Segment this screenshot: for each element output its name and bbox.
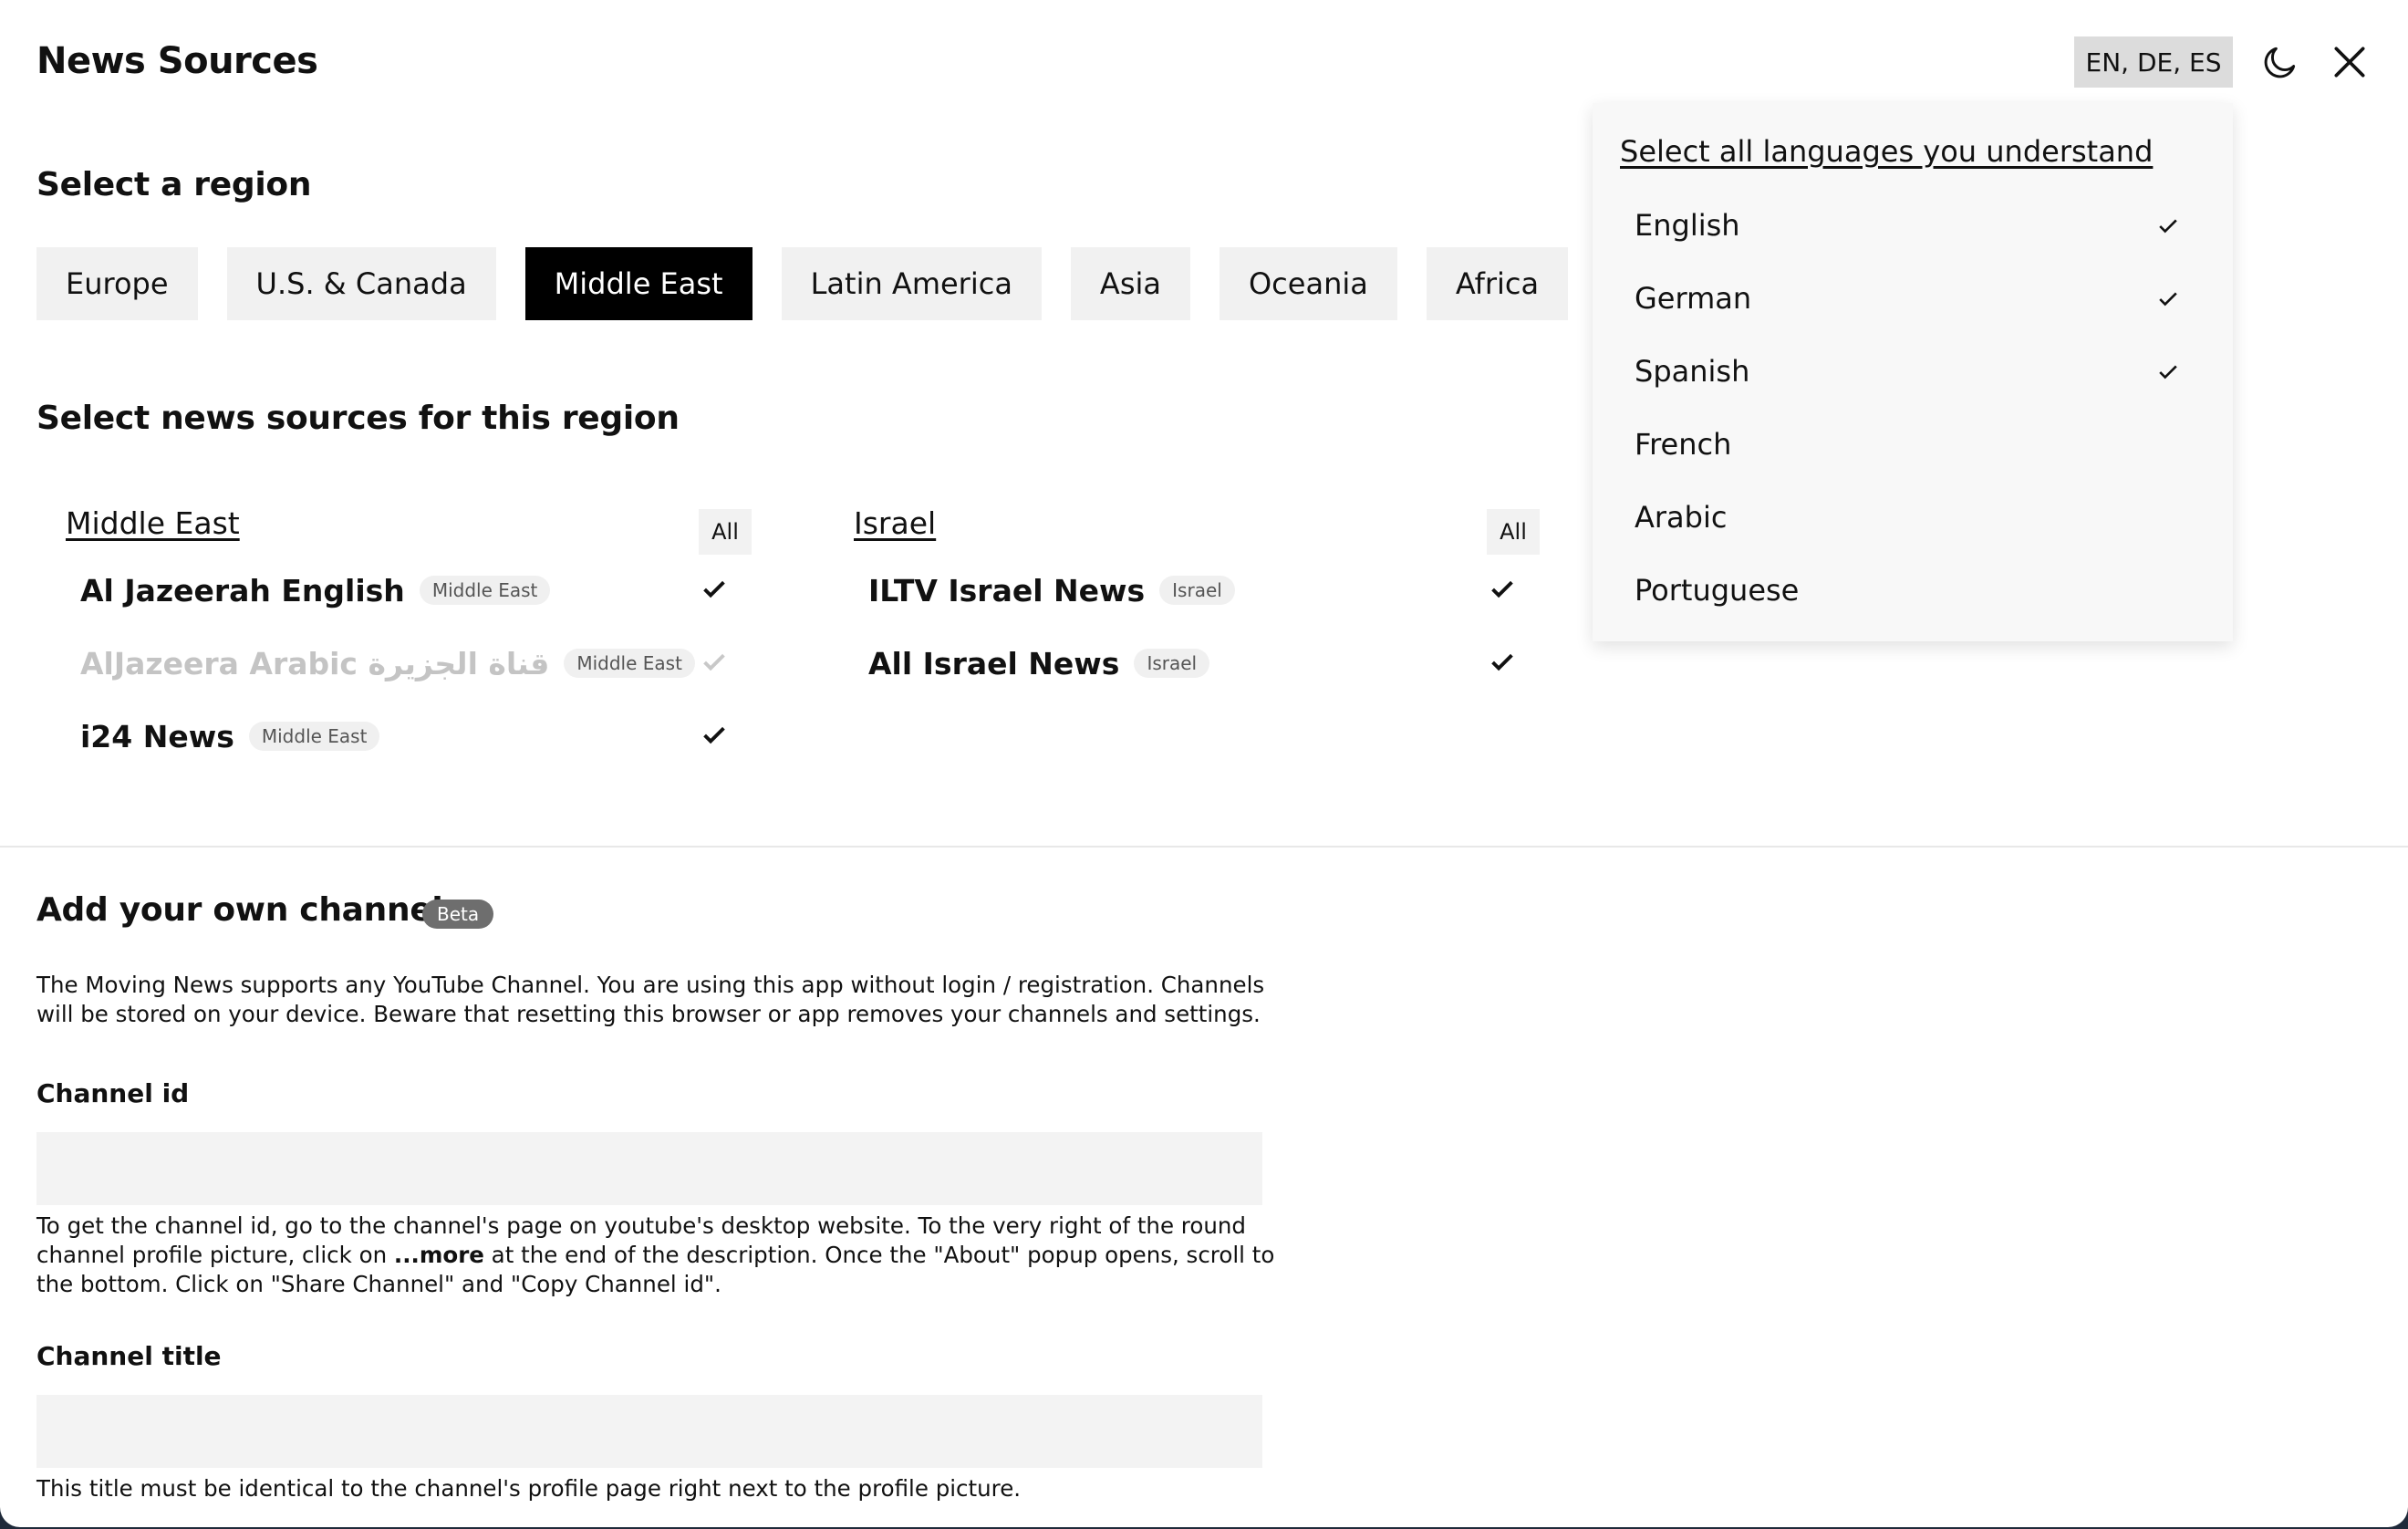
channel-id-input[interactable]: [36, 1132, 1262, 1205]
region-africa[interactable]: Africa: [1426, 247, 1569, 320]
language-option-portuguese[interactable]: Portuguese: [1635, 563, 2233, 618]
language-option-spanish[interactable]: Spanish: [1635, 344, 2233, 399]
source-row[interactable]: i24 News Middle East: [80, 709, 752, 764]
language-label: French: [1635, 427, 1732, 462]
select-all-button[interactable]: All: [699, 509, 752, 555]
moon-icon[interactable]: [2260, 42, 2300, 82]
news-sources-window: News Sources EN, DE, ES Select a region …: [0, 0, 2408, 1527]
channel-title-input[interactable]: [36, 1395, 1262, 1468]
source-group-title[interactable]: Middle East: [66, 505, 240, 541]
region-asia[interactable]: Asia: [1070, 247, 1190, 320]
source-name: ILTV Israel News: [868, 572, 1146, 608]
own-channels-heading: Add your own channels: [36, 891, 462, 929]
source-group-title[interactable]: Israel: [854, 505, 936, 541]
language-option-arabic[interactable]: Arabic: [1635, 490, 2233, 545]
region-middle-east[interactable]: Middle East: [524, 247, 752, 320]
source-group-middle-east: Middle East All Al Jazeerah English Midd…: [36, 502, 752, 775]
source-name: Al Jazeerah English: [80, 572, 405, 608]
region-oceania[interactable]: Oceania: [1219, 247, 1397, 320]
region-tabs: Europe U.S. & Canada Middle East Latin A…: [36, 247, 1569, 320]
source-region-tag: Middle East: [419, 576, 551, 605]
channel-id-help: To get the channel id, go to the channel…: [36, 1212, 1277, 1299]
language-label: Portuguese: [1635, 573, 1800, 608]
checkmark-icon: [2159, 365, 2177, 380]
select-all-button[interactable]: All: [1487, 509, 1540, 555]
channel-title-label: Channel title: [36, 1341, 222, 1371]
section-divider: [0, 846, 2408, 848]
source-name: AlJazeera Arabic قناة الجزيرة: [80, 645, 550, 681]
source-region-tag: Middle East: [248, 722, 380, 751]
source-group-israel: Israel All ILTV Israel News Israel All I…: [825, 502, 1540, 775]
checkmark-icon: [703, 726, 725, 744]
checkmark-icon: [2159, 292, 2177, 307]
page-title: News Sources: [36, 40, 318, 82]
checkmark-icon: [2159, 219, 2177, 234]
checkmark-icon: [703, 653, 725, 671]
channel-title-help: This title must be identical to the chan…: [36, 1475, 1022, 1502]
language-label: Arabic: [1635, 500, 1728, 535]
source-region-tag: Israel: [1159, 576, 1235, 605]
source-name: i24 News: [80, 718, 234, 754]
source-name: All Israel News: [868, 645, 1120, 681]
language-option-english[interactable]: English: [1635, 198, 2233, 253]
region-europe[interactable]: Europe: [36, 247, 198, 320]
beta-badge: Beta: [422, 900, 494, 929]
source-row[interactable]: All Israel News Israel: [868, 636, 1540, 691]
own-channels-description: The Moving News supports any YouTube Cha…: [36, 972, 1265, 1027]
source-row[interactable]: AlJazeera Arabic قناة الجزيرة Middle Eas…: [80, 636, 752, 691]
language-select-button[interactable]: EN, DE, ES: [2074, 36, 2233, 88]
source-region-tag: Israel: [1134, 649, 1210, 678]
language-dropdown: Select all languages you understand Engl…: [1593, 103, 2233, 641]
region-latin-america[interactable]: Latin America: [781, 247, 1042, 320]
channel-id-label: Channel id: [36, 1078, 190, 1108]
checkmark-icon: [703, 580, 725, 598]
sources-heading: Select news sources for this region: [36, 400, 680, 437]
checkmark-icon: [1491, 653, 1513, 671]
checkmark-icon: [1491, 580, 1513, 598]
source-row[interactable]: ILTV Israel News Israel: [868, 563, 1540, 618]
language-label: Spanish: [1635, 354, 1750, 389]
close-icon[interactable]: [2330, 42, 2370, 82]
language-option-french[interactable]: French: [1635, 417, 2233, 472]
language-label: English: [1635, 208, 1740, 243]
language-option-german[interactable]: German: [1635, 271, 2233, 326]
language-label: German: [1635, 281, 1752, 316]
language-dropdown-title: Select all languages you understand: [1620, 134, 2154, 169]
region-heading: Select a region: [36, 166, 312, 203]
region-us-canada[interactable]: U.S. & Canada: [226, 247, 496, 320]
source-row[interactable]: Al Jazeerah English Middle East: [80, 563, 752, 618]
more-keyword: ...more: [393, 1242, 484, 1268]
source-region-tag: Middle East: [564, 649, 695, 678]
